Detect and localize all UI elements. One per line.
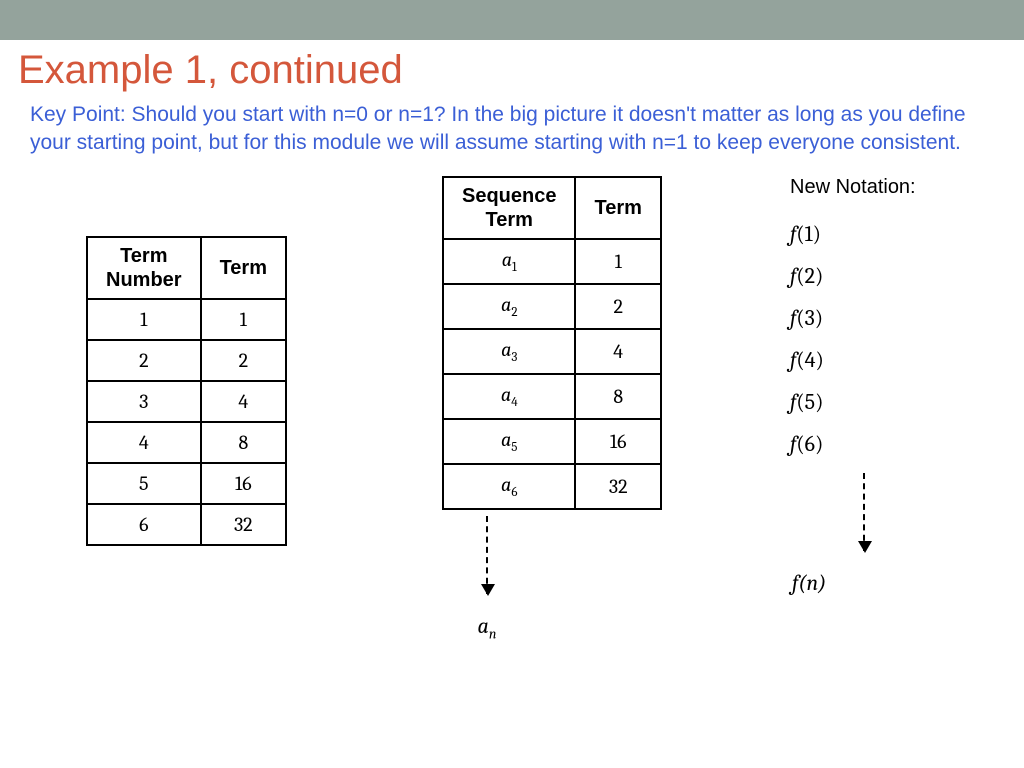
- sequence-term-cell: a4: [443, 374, 575, 419]
- table-row: a11: [443, 239, 661, 284]
- sequence-term-table-wrap: Sequence Term Term a11a22a34a48a516a632 …: [442, 176, 662, 642]
- table-row: a48: [443, 374, 661, 419]
- table1-col2-header: Term: [201, 237, 286, 299]
- table-header-row: Term Number Term: [87, 237, 286, 299]
- table-row: a34: [443, 329, 661, 374]
- sequence-term-table: Sequence Term Term a11a22a34a48a516a632: [442, 176, 662, 510]
- sequence-term-cell: a2: [443, 284, 575, 329]
- function-notation-item: f(4): [790, 347, 916, 373]
- function-notation-item: f(6): [790, 431, 916, 457]
- function-notation-item: f(3): [790, 305, 916, 331]
- term-value-cell: 4: [575, 329, 660, 374]
- term-number-cell: 6: [87, 504, 201, 545]
- table-row: 516: [87, 463, 286, 504]
- slide-title: Example 1, continued: [18, 48, 1024, 93]
- function-notation-list: f(1) f(2) f(3) f(4) f(5) f(6): [790, 221, 916, 457]
- term-value-cell: 4: [201, 381, 286, 422]
- table-row: 632: [87, 504, 286, 545]
- sequence-term-cell: a1: [443, 239, 575, 284]
- notation-general-term: f(n): [792, 570, 916, 596]
- new-notation-block: New Notation: f(1) f(2) f(3) f(4) f(5) f(6) f…: [790, 176, 916, 596]
- term-number-cell: 3: [87, 381, 201, 422]
- table2-col2-header: Term: [575, 177, 660, 239]
- term-value-cell: 32: [201, 504, 286, 545]
- table-row: 48: [87, 422, 286, 463]
- term-number-table: Term Number Term 11223448516632: [86, 236, 287, 546]
- term-value-cell: 32: [575, 464, 660, 509]
- term-value-cell: 16: [201, 463, 286, 504]
- term-value-cell: 1: [575, 239, 660, 284]
- function-notation-item: f(1): [790, 221, 916, 247]
- dashed-down-arrow-icon: [863, 473, 865, 551]
- table1-col1-header: Term Number: [87, 237, 201, 299]
- term-number-cell: 4: [87, 422, 201, 463]
- sequence-term-cell: a3: [443, 329, 575, 374]
- term-number-table-wrap: Term Number Term 11223448516632: [86, 236, 287, 546]
- sequence-term-cell: a5: [443, 419, 575, 464]
- term-value-cell: 2: [575, 284, 660, 329]
- function-notation-item: f(5): [790, 389, 916, 415]
- table-row: a516: [443, 419, 661, 464]
- term-number-cell: 1: [87, 299, 201, 340]
- table-row: 11: [87, 299, 286, 340]
- decorative-top-band: [0, 0, 1024, 40]
- table-header-row: Sequence Term Term: [443, 177, 661, 239]
- sequence-general-term: an: [312, 613, 662, 642]
- key-point-text: Key Point: Should you start with n=0 or …: [30, 101, 994, 158]
- sequence-continuation-arrow: [312, 516, 662, 599]
- term-value-cell: 8: [201, 422, 286, 463]
- term-value-cell: 16: [575, 419, 660, 464]
- sequence-term-cell: a6: [443, 464, 575, 509]
- term-value-cell: 1: [201, 299, 286, 340]
- table2-col1-header: Sequence Term: [443, 177, 575, 239]
- term-value-cell: 2: [201, 340, 286, 381]
- notation-continuation-arrow: [812, 473, 916, 556]
- term-number-cell: 2: [87, 340, 201, 381]
- dashed-down-arrow-icon: [486, 516, 488, 594]
- function-notation-item: f(2): [790, 263, 916, 289]
- term-number-cell: 5: [87, 463, 201, 504]
- term-value-cell: 8: [575, 374, 660, 419]
- table-row: 34: [87, 381, 286, 422]
- new-notation-title: New Notation:: [790, 176, 916, 199]
- table-row: a22: [443, 284, 661, 329]
- table-row: 22: [87, 340, 286, 381]
- table-row: a632: [443, 464, 661, 509]
